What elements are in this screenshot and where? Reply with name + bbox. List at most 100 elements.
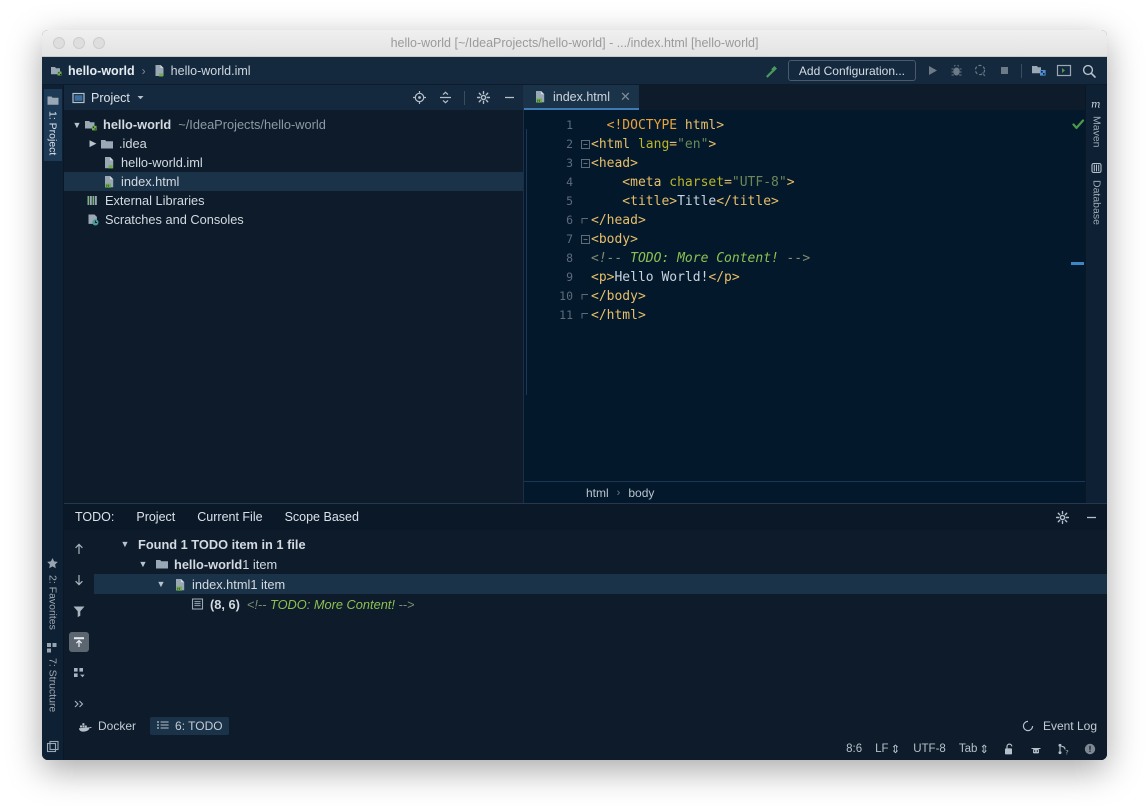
expand-arrow[interactable]: ▼ — [154, 579, 168, 589]
html-file-icon: H — [173, 578, 187, 591]
group-by-icon[interactable] — [69, 663, 89, 683]
gear-icon[interactable] — [1055, 510, 1070, 525]
inspection-hector-icon[interactable] — [1029, 742, 1043, 756]
editor-marker-column[interactable] — [1071, 110, 1085, 481]
git-branch-icon[interactable]: ? — [1056, 742, 1070, 756]
iml-file-icon — [153, 64, 166, 77]
tree-row-hello-world[interactable]: ▼ hello-world ~/IdeaProjects/hello-world — [64, 115, 523, 134]
todo-marker[interactable] — [1071, 262, 1084, 265]
tree-row-hello-world-iml[interactable]: hello-world.iml — [64, 153, 523, 172]
sidebar-item-database[interactable]: Database — [1087, 155, 1106, 232]
code-line-1: <!DOCTYPE html> — [591, 116, 1071, 135]
sidebar-item-favorites[interactable]: 2: Favorites — [43, 551, 62, 636]
minimize-window-button[interactable] — [73, 37, 85, 49]
sidebar-item-project[interactable]: 1: Project — [43, 89, 62, 162]
status-encoding[interactable]: UTF-8 — [913, 743, 946, 755]
debug-icon[interactable] — [949, 63, 964, 78]
gear-icon[interactable] — [476, 90, 491, 105]
tree-row-label: hello-world.iml — [121, 155, 203, 170]
collapse-all-icon[interactable] — [438, 90, 453, 105]
left-tool-rail: 1: Project 2: Favorites 7: Structure — [42, 85, 64, 760]
close-window-button[interactable] — [53, 37, 65, 49]
next-occurrence-icon[interactable] — [69, 570, 89, 590]
add-configuration-button[interactable]: Add Configuration... — [787, 60, 916, 81]
expand-arrow[interactable]: ▼ — [136, 559, 150, 569]
tree-row-idea[interactable]: ▶ .idea — [64, 134, 523, 153]
layout-toggle-icon[interactable] — [46, 740, 60, 754]
expand-arrow[interactable]: ▶ — [86, 138, 100, 149]
export-icon[interactable] — [69, 632, 89, 652]
search-everywhere-icon[interactable] — [1081, 63, 1097, 79]
fold-marker-body[interactable] — [579, 230, 591, 249]
breadcrumb-project[interactable]: hello-world — [50, 64, 135, 78]
expand-arrow[interactable]: ▼ — [118, 539, 132, 549]
tab-index-html[interactable]: H index.html ✕ — [524, 85, 639, 110]
stop-icon[interactable] — [997, 63, 1012, 78]
code-line-2: <html lang="en"> — [591, 135, 1071, 154]
todo-tab-project[interactable]: Project — [136, 510, 175, 524]
event-log-icon[interactable] — [1021, 719, 1035, 733]
editor-body[interactable]: 1 2 3 4 5 6 7 8 9 10 11 <!DOCTYPE html> … — [524, 110, 1085, 481]
code-line-4: <meta charset="UTF-8"> — [591, 173, 1071, 192]
project-structure-icon[interactable] — [1031, 63, 1047, 78]
todo-row-file[interactable]: ▼ H index.html 1 item — [94, 574, 1107, 594]
run-icon[interactable] — [925, 63, 940, 78]
fold-marker-html[interactable] — [579, 135, 591, 154]
todo-row-module[interactable]: ▼ hello-world 1 item — [94, 554, 1107, 574]
minimize-icon[interactable] — [502, 90, 517, 105]
code-token: TODO: More Content! — [630, 251, 779, 266]
todo-tab-current-file[interactable]: Current File — [197, 510, 262, 524]
hammer-icon[interactable] — [763, 63, 779, 79]
status-caret-position[interactable]: 8:6 — [846, 743, 862, 755]
maximize-window-button[interactable] — [93, 37, 105, 49]
expand-arrow[interactable]: ▼ — [70, 120, 84, 130]
todo-row-count: 1 item — [250, 576, 286, 592]
project-view-selector[interactable]: Project — [72, 91, 145, 105]
status-indent-label: Tab — [958, 743, 978, 755]
locate-icon[interactable] — [412, 90, 427, 105]
sidebar-item-maven[interactable]: m Maven — [1087, 91, 1106, 155]
folder-icon — [155, 558, 169, 570]
todo-tab-scope-based[interactable]: Scope Based — [285, 510, 359, 524]
breadcrumb-html[interactable]: html — [586, 486, 609, 500]
overflow-icon[interactable] — [69, 694, 89, 714]
fold-marker-head-end[interactable] — [579, 211, 591, 230]
code-token: <title> — [591, 194, 678, 209]
code-line-10: </body> — [591, 287, 1071, 306]
run-with-coverage-icon[interactable] — [973, 63, 988, 78]
fold-marker-head[interactable] — [579, 154, 591, 173]
status-indent[interactable]: Tab ⇕ — [959, 742, 989, 756]
fold-marker-body-end[interactable] — [579, 287, 591, 306]
breadcrumb-body[interactable]: body — [628, 486, 654, 500]
editor-folding-column[interactable] — [579, 110, 591, 481]
code-text[interactable]: <!DOCTYPE html> <html lang="en"> <head> … — [526, 110, 1071, 481]
code-token: html> — [684, 118, 725, 133]
minimize-icon[interactable] — [1084, 510, 1099, 525]
close-icon[interactable]: ✕ — [620, 89, 631, 105]
status-line-separator[interactable]: LF ⇕ — [875, 742, 900, 756]
tree-row-external-libraries[interactable]: External Libraries — [64, 191, 523, 210]
previous-occurrence-icon[interactable] — [69, 539, 89, 559]
todo-row-item[interactable]: (8, 6) <!-- TODO: More Content! --> — [94, 594, 1107, 614]
tree-row-index-html[interactable]: H index.html — [64, 172, 523, 191]
breadcrumb-separator: › — [141, 63, 146, 78]
lock-unlocked-icon[interactable] — [1002, 742, 1016, 756]
tree-row-path: ~/IdeaProjects/hello-world — [178, 117, 326, 132]
sidebar-item-structure-label: 7: Structure — [46, 657, 59, 712]
tree-row-scratches[interactable]: Scratches and Consoles — [64, 210, 523, 229]
status-line-separator-label: LF — [875, 743, 889, 755]
event-log-label[interactable]: Event Log — [1043, 719, 1097, 733]
window-controls — [53, 37, 105, 49]
filter-icon[interactable] — [69, 601, 89, 621]
fold-marker-html-end[interactable] — [579, 306, 591, 325]
todo-row-summary[interactable]: ▼ Found 1 TODO item in 1 file — [94, 534, 1107, 554]
tool-button-todo[interactable]: 6: TODO — [150, 717, 229, 735]
inspection-ok-icon[interactable] — [1072, 118, 1085, 131]
terminal-icon[interactable] — [1056, 63, 1072, 78]
editor-gutter: 1 2 3 4 5 6 7 8 9 10 11 — [524, 110, 579, 481]
tool-button-docker[interactable]: Docker — [72, 717, 142, 735]
breadcrumb-file[interactable]: hello-world.iml — [153, 64, 251, 78]
notifications-icon[interactable] — [1083, 742, 1097, 756]
sidebar-item-structure[interactable]: 7: Structure — [43, 636, 62, 718]
